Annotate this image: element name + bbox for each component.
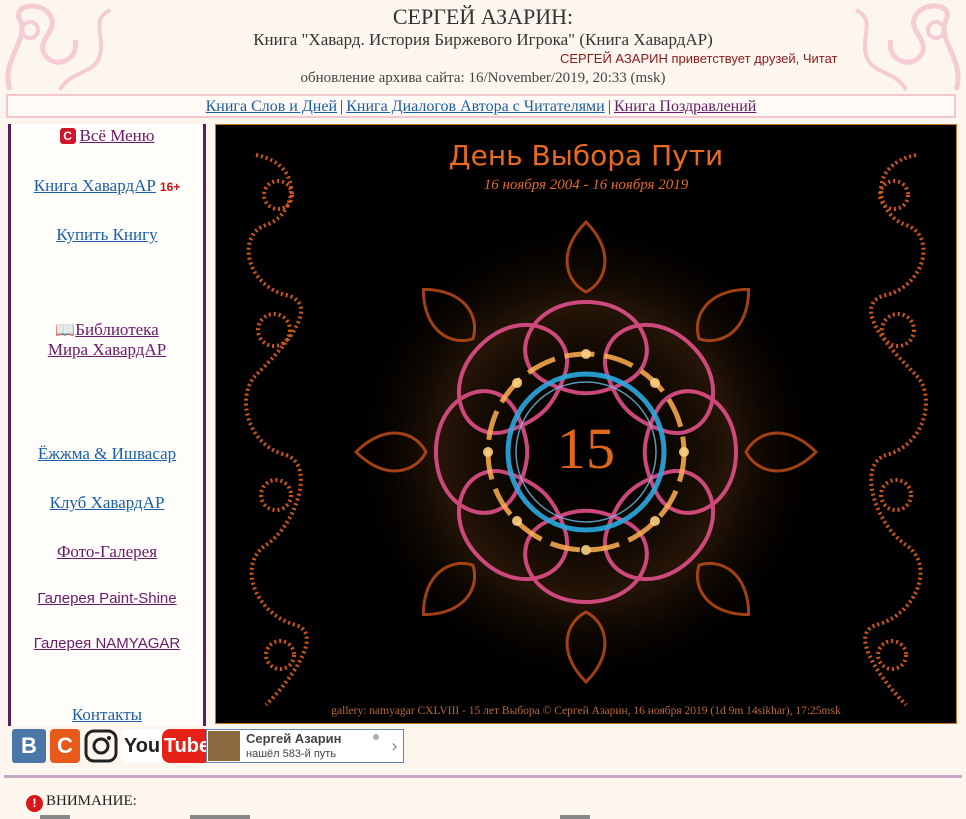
- sidebar-item-club: Клуб ХавардАР: [11, 493, 203, 513]
- nav-link-book-of-words[interactable]: Книга Слов и Дней: [206, 98, 337, 115]
- gallery-title: День Выбора Пути: [448, 139, 724, 172]
- profile-status: нашёл 583-й путь: [246, 748, 337, 760]
- chevron-right-icon: ›: [391, 736, 399, 757]
- instagram-icon[interactable]: [84, 729, 118, 763]
- top-navigation: Книга Слов и Дней | Книга Диалогов Автора …: [6, 94, 956, 118]
- status-dot-icon: [373, 734, 379, 740]
- avatar: [208, 731, 240, 761]
- gallery-image[interactable]: День Выбора Пути 16 ноября 2004 - 16 ноя…: [215, 124, 957, 724]
- sidebar-link-club[interactable]: Клуб ХавардАР: [50, 493, 165, 512]
- youtube-you: You: [122, 729, 162, 763]
- youtube-icon[interactable]: You Tube: [122, 729, 212, 763]
- menu-icon: C: [59, 128, 76, 144]
- gallery-caption: gallery: namyagar CXLVIII - 15 лет Выбор…: [331, 705, 841, 717]
- sidebar-link-contacts[interactable]: Контакты: [72, 705, 142, 724]
- nav-separator: |: [607, 98, 611, 115]
- sidebar-link-library[interactable]: Библиотека: [75, 320, 158, 339]
- sidebar-link-photo-gallery[interactable]: Фото-Галерея: [57, 542, 157, 561]
- nav-link-dialogs[interactable]: Книга Диалогов Автора с Читателями: [346, 98, 605, 115]
- truncated-text-line: [40, 815, 590, 819]
- cz-icon[interactable]: C: [50, 729, 80, 763]
- nav-link-greetings[interactable]: Книга Поздравлений: [614, 98, 756, 115]
- sidebar-item-contacts: Контакты: [11, 705, 203, 725]
- profile-name: Сергей Азарин: [246, 731, 342, 746]
- site-title: СЕРГЕЙ АЗАРИН:: [392, 4, 574, 29]
- greeting-ticker: СЕРГЕЙ АЗАРИН приветствует друзей, Читат: [560, 51, 838, 66]
- sidebar-link-library-world[interactable]: Мира ХавардАР: [48, 340, 166, 359]
- anniversary-number: 15: [557, 416, 615, 481]
- vk-icon[interactable]: B: [12, 729, 46, 763]
- sidebar-link-buy-book[interactable]: Купить Книгу: [56, 225, 157, 244]
- attention-label: ВНИМАНИЕ:: [46, 793, 137, 809]
- sidebar: C Всё Меню Книга ХавардАР 16+ Купить Книгу…: [8, 124, 206, 726]
- sidebar-item-library: 📖Библиотека Мира ХавардАР: [11, 320, 203, 360]
- sidebar-link-book-havardar[interactable]: Книга ХавардАР: [34, 176, 156, 195]
- section-divider: [4, 775, 962, 778]
- profile-widget[interactable]: Сергей Азарин нашёл 583-й путь ›: [206, 729, 404, 763]
- book-title: Книга "Хавард. История Биржевого Игрока"…: [253, 30, 713, 49]
- sidebar-item-menu: C Всё Меню: [11, 126, 203, 146]
- age-rating-badge: 16+: [159, 180, 181, 194]
- sidebar-item-namyagar: Галерея NAMYAGAR: [11, 635, 203, 652]
- open-book-icon: 📖: [55, 322, 76, 339]
- sidebar-item-book: Книга ХавардАР 16+: [11, 176, 203, 196]
- gallery-dates: 16 ноября 2004 - 16 ноября 2019: [483, 177, 689, 193]
- sidebar-item-paint: Галерея Paint-Shine: [11, 590, 203, 607]
- archive-updated: обновление архива сайта: 16/November/201…: [300, 70, 666, 86]
- sidebar-link-gallery-namyagar[interactable]: Галерея NAMYAGAR: [34, 635, 180, 652]
- warning-icon: !: [26, 795, 43, 812]
- sidebar-item-ezhma: Ёжжма & Ишвасар: [11, 444, 203, 464]
- nav-separator: |: [340, 98, 344, 115]
- sidebar-item-photo: Фото-Галерея: [11, 542, 203, 562]
- sidebar-item-buy: Купить Книгу: [11, 225, 203, 245]
- attention-notice: ! ВНИМАНИЕ:: [26, 793, 137, 812]
- sidebar-link-ezhma[interactable]: Ёжжма & Ишвасар: [38, 444, 176, 463]
- sidebar-link-gallery-paint[interactable]: Галерея Paint-Shine: [37, 590, 176, 607]
- youtube-tube: Tube: [162, 729, 212, 763]
- sidebar-link-menu[interactable]: Всё Меню: [80, 126, 155, 145]
